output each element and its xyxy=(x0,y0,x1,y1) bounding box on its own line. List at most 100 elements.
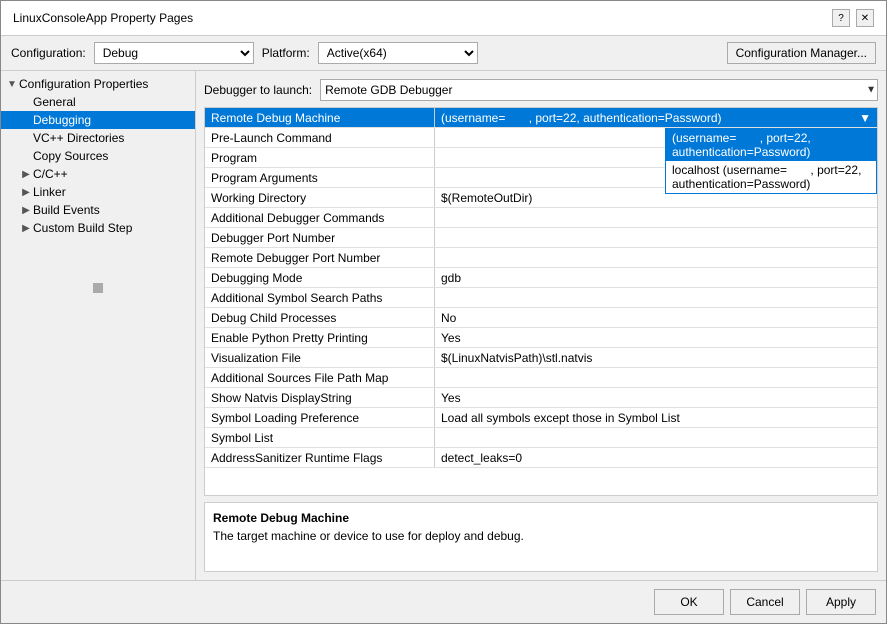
sidebar-item-label: Copy Sources xyxy=(33,149,108,163)
table-row[interactable]: Show Natvis DisplayString Yes xyxy=(205,388,877,408)
prop-name-enable-python-pretty: Enable Python Pretty Printing xyxy=(205,328,435,347)
dropdown-item[interactable]: (username= , port=22, authentication=Pas… xyxy=(666,129,876,161)
prop-name-show-natvis-display: Show Natvis DisplayString xyxy=(205,388,435,407)
prop-name-remote-debug-machine: Remote Debug Machine xyxy=(205,108,435,127)
prop-name-pre-launch-command: Pre-Launch Command xyxy=(205,128,435,147)
prop-name-remote-debugger-port: Remote Debugger Port Number xyxy=(205,248,435,267)
prop-value-remote-debug-machine: (username= , port=22, authentication=Pas… xyxy=(435,108,877,127)
prop-name-debugging-mode: Debugging Mode xyxy=(205,268,435,287)
platform-label: Platform: xyxy=(262,46,310,60)
config-bar: Configuration: Debug Platform: Active(x6… xyxy=(1,36,886,71)
prop-name-symbol-list: Symbol List xyxy=(205,428,435,447)
platform-select[interactable]: Active(x64) xyxy=(318,42,478,64)
description-area: Remote Debug Machine The target machine … xyxy=(204,502,878,572)
sidebar-item-config-props[interactable]: ▼ Configuration Properties xyxy=(1,75,195,93)
sidebar-item-label: C/C++ xyxy=(33,167,68,181)
sidebar: ▼ Configuration Properties General Debug… xyxy=(1,71,196,580)
sidebar-item-label: Linker xyxy=(33,185,66,199)
description-text: The target machine or device to use for … xyxy=(213,529,869,543)
table-row[interactable]: Remote Debug Machine (username= , port=2… xyxy=(205,108,877,128)
prop-value-additional-symbol-search xyxy=(435,288,877,307)
table-row[interactable]: Additional Symbol Search Paths xyxy=(205,288,877,308)
prop-value-symbol-list xyxy=(435,428,877,447)
description-title: Remote Debug Machine xyxy=(213,511,869,525)
toggle-icon: ▶ xyxy=(19,205,33,216)
table-row[interactable]: Additional Debugger Commands xyxy=(205,208,877,228)
table-row[interactable]: Debugging Mode gdb xyxy=(205,268,877,288)
sidebar-item-label: Custom Build Step xyxy=(33,221,132,235)
prop-name-program-arguments: Program Arguments xyxy=(205,168,435,187)
table-row[interactable]: Symbol List xyxy=(205,428,877,448)
prop-name-working-directory: Working Directory xyxy=(205,188,435,207)
footer-buttons: OK Cancel Apply xyxy=(1,580,886,623)
sidebar-item-custom-build[interactable]: ▶ Custom Build Step xyxy=(1,219,195,237)
config-label: Configuration: xyxy=(11,46,86,60)
prop-value-debugger-port-number xyxy=(435,228,877,247)
prop-name-additional-symbol-search: Additional Symbol Search Paths xyxy=(205,288,435,307)
help-button[interactable]: ? xyxy=(832,9,850,27)
sidebar-item-general[interactable]: General xyxy=(1,93,195,111)
prop-value-address-sanitizer: detect_leaks=0 xyxy=(435,448,877,467)
title-controls: ? ✕ xyxy=(832,9,874,27)
table-row[interactable]: Remote Debugger Port Number xyxy=(205,248,877,268)
sidebar-item-linker[interactable]: ▶ Linker xyxy=(1,183,195,201)
sidebar-item-label: Configuration Properties xyxy=(19,77,148,91)
configuration-manager-button[interactable]: Configuration Manager... xyxy=(727,42,876,64)
table-row[interactable]: Symbol Loading Preference Load all symbo… xyxy=(205,408,877,428)
prop-name-debugger-port-number: Debugger Port Number xyxy=(205,228,435,247)
toggle-icon: ▶ xyxy=(19,169,33,180)
toggle-icon: ▶ xyxy=(19,187,33,198)
prop-value-additional-debugger-commands xyxy=(435,208,877,227)
prop-value-symbol-loading-pref: Load all symbols except those in Symbol … xyxy=(435,408,877,427)
title-bar: LinuxConsoleApp Property Pages ? ✕ xyxy=(1,1,886,36)
sidebar-item-label: General xyxy=(33,95,76,109)
prop-value-remote-debugger-port xyxy=(435,248,877,267)
prop-name-visualization-file: Visualization File xyxy=(205,348,435,367)
table-row[interactable]: AddressSanitizer Runtime Flags detect_le… xyxy=(205,448,877,468)
prop-value-enable-python-pretty: Yes xyxy=(435,328,877,347)
ok-button[interactable]: OK xyxy=(654,589,724,615)
dialog: LinuxConsoleApp Property Pages ? ✕ Confi… xyxy=(0,0,887,624)
sidebar-item-vcpp-directories[interactable]: VC++ Directories xyxy=(1,129,195,147)
cancel-button[interactable]: Cancel xyxy=(730,589,800,615)
prop-value-additional-sources-file xyxy=(435,368,877,387)
prop-name-program: Program xyxy=(205,148,435,167)
debugger-select[interactable]: Remote GDB Debugger xyxy=(320,79,878,101)
properties-table: Remote Debug Machine (username= , port=2… xyxy=(204,107,878,496)
sidebar-item-cpp[interactable]: ▶ C/C++ xyxy=(1,165,195,183)
debugger-select-wrap: Remote GDB Debugger ▼ xyxy=(320,79,878,101)
debugger-row: Debugger to launch: Remote GDB Debugger … xyxy=(204,79,878,101)
sidebar-item-label: Debugging xyxy=(33,113,91,127)
dropdown-arrow-icon[interactable]: ▼ xyxy=(859,111,871,125)
dialog-title: LinuxConsoleApp Property Pages xyxy=(13,11,193,25)
prop-value-show-natvis-display: Yes xyxy=(435,388,877,407)
sidebar-item-label: Build Events xyxy=(33,203,100,217)
prop-name-additional-sources-file: Additional Sources File Path Map xyxy=(205,368,435,387)
table-row[interactable]: Debug Child Processes No xyxy=(205,308,877,328)
prop-value-debugging-mode: gdb xyxy=(435,268,877,287)
sidebar-item-copy-sources[interactable]: Copy Sources xyxy=(1,147,195,165)
table-row[interactable]: Additional Sources File Path Map xyxy=(205,368,877,388)
prop-name-address-sanitizer: AddressSanitizer Runtime Flags xyxy=(205,448,435,467)
prop-name-symbol-loading-pref: Symbol Loading Preference xyxy=(205,408,435,427)
table-row[interactable]: Visualization File $(LinuxNatvisPath)\st… xyxy=(205,348,877,368)
toggle-icon: ▼ xyxy=(5,79,19,90)
table-row[interactable]: Enable Python Pretty Printing Yes xyxy=(205,328,877,348)
prop-name-additional-debugger-commands: Additional Debugger Commands xyxy=(205,208,435,227)
dropdown-popup: (username= , port=22, authentication=Pas… xyxy=(665,128,877,194)
sidebar-item-debugging[interactable]: Debugging xyxy=(1,111,195,129)
prop-value-debug-child-processes: No xyxy=(435,308,877,327)
configuration-select[interactable]: Debug xyxy=(94,42,254,64)
sidebar-item-build-events[interactable]: ▶ Build Events xyxy=(1,201,195,219)
prop-name-debug-child-processes: Debug Child Processes xyxy=(205,308,435,327)
content-area: Debugger to launch: Remote GDB Debugger … xyxy=(196,71,886,580)
close-button[interactable]: ✕ xyxy=(856,9,874,27)
table-row[interactable]: Debugger Port Number xyxy=(205,228,877,248)
prop-value-visualization-file: $(LinuxNatvisPath)\stl.natvis xyxy=(435,348,877,367)
toggle-icon: ▶ xyxy=(19,223,33,234)
main-area: ▼ Configuration Properties General Debug… xyxy=(1,71,886,580)
debugger-label: Debugger to launch: xyxy=(204,83,312,97)
sidebar-item-label: VC++ Directories xyxy=(33,131,124,145)
apply-button[interactable]: Apply xyxy=(806,589,876,615)
dropdown-item[interactable]: localhost (username= , port=22, authenti… xyxy=(666,161,876,193)
